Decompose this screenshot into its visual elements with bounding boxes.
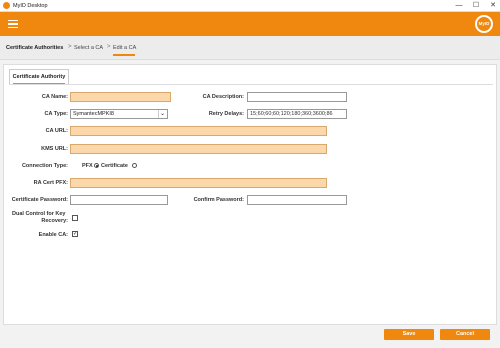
- breadcrumb-certificate-authorities[interactable]: Certificate Authorities: [6, 45, 63, 51]
- certificate-password-label: Certificate Password:: [11, 197, 68, 203]
- breadcrumb: Certificate Authorities > Select a CA > …: [0, 36, 500, 60]
- app-header: MyID: [0, 12, 500, 36]
- ca-description-input[interactable]: [247, 92, 347, 102]
- close-button[interactable]: ✕: [486, 0, 500, 12]
- dual-control-checkbox[interactable]: [72, 215, 78, 221]
- logo-text: MyID: [477, 17, 491, 31]
- breadcrumb-select-ca[interactable]: Select a CA: [74, 45, 103, 51]
- checkmark-icon: ✓: [73, 231, 78, 237]
- breadcrumb-edit-ca: Edit a CA: [113, 45, 137, 51]
- chevron-down-icon: ⌄: [158, 110, 166, 118]
- confirm-password-input[interactable]: [247, 195, 347, 205]
- confirm-password-label: Confirm Password:: [193, 197, 244, 203]
- ra-cert-pfx-input[interactable]: [70, 178, 327, 188]
- save-button[interactable]: Save: [384, 329, 434, 340]
- ca-url-label: CA URL:: [45, 128, 68, 134]
- ca-name-input[interactable]: [70, 92, 171, 102]
- ca-type-value: SymantecMPKI8: [73, 111, 114, 117]
- hamburger-menu-icon[interactable]: [8, 20, 18, 28]
- ca-name-label: CA Name:: [41, 94, 68, 100]
- ra-cert-pfx-label: RA Cert PFX:: [33, 180, 68, 186]
- breadcrumb-separator: >: [107, 44, 111, 50]
- enable-ca-label: Enable CA:: [38, 232, 68, 238]
- dual-control-label-line2: Recovery:: [41, 218, 68, 224]
- breadcrumb-active-indicator: [113, 54, 135, 56]
- connection-type-pfx-radio[interactable]: [94, 163, 99, 168]
- retry-delays-label: Retry Delays:: [208, 111, 244, 117]
- cancel-button[interactable]: Cancel: [440, 329, 490, 340]
- ca-type-label: CA Type:: [44, 111, 68, 117]
- kms-url-input[interactable]: [70, 144, 327, 154]
- maximize-button[interactable]: ☐: [469, 0, 483, 12]
- form-panel: Certificate Authority CA Name: CA Descri…: [3, 64, 497, 325]
- dual-control-label: Dual Control for Key: [12, 211, 66, 217]
- certificate-password-input[interactable]: [70, 195, 168, 205]
- connection-type-label: Connection Type:: [21, 163, 68, 169]
- ca-url-input[interactable]: [70, 126, 327, 136]
- ca-description-label: CA Description:: [202, 94, 244, 100]
- window-title: MyID Desktop: [13, 3, 48, 9]
- connection-type-pfx-label: PFX: [82, 163, 93, 169]
- breadcrumb-separator: >: [68, 44, 72, 50]
- retry-delays-input[interactable]: 15;60;60;60;120;180;360;3600;86: [247, 109, 347, 119]
- ca-type-select[interactable]: SymantecMPKI8 ⌄: [70, 109, 168, 119]
- tab-divider: [9, 84, 493, 85]
- connection-type-certificate-radio[interactable]: [132, 163, 137, 168]
- connection-type-certificate-label: Certificate: [101, 163, 128, 169]
- kms-url-label: KMS URL:: [41, 146, 68, 152]
- window-titlebar: MyID Desktop — ☐ ✕: [0, 0, 500, 12]
- tab-certificate-authority[interactable]: Certificate Authority: [9, 69, 69, 84]
- footer-bar: Save Cancel: [0, 326, 500, 348]
- app-icon: [3, 2, 10, 9]
- enable-ca-checkbox[interactable]: ✓: [72, 231, 78, 237]
- minimize-button[interactable]: —: [452, 0, 466, 12]
- myid-logo: MyID: [475, 15, 493, 33]
